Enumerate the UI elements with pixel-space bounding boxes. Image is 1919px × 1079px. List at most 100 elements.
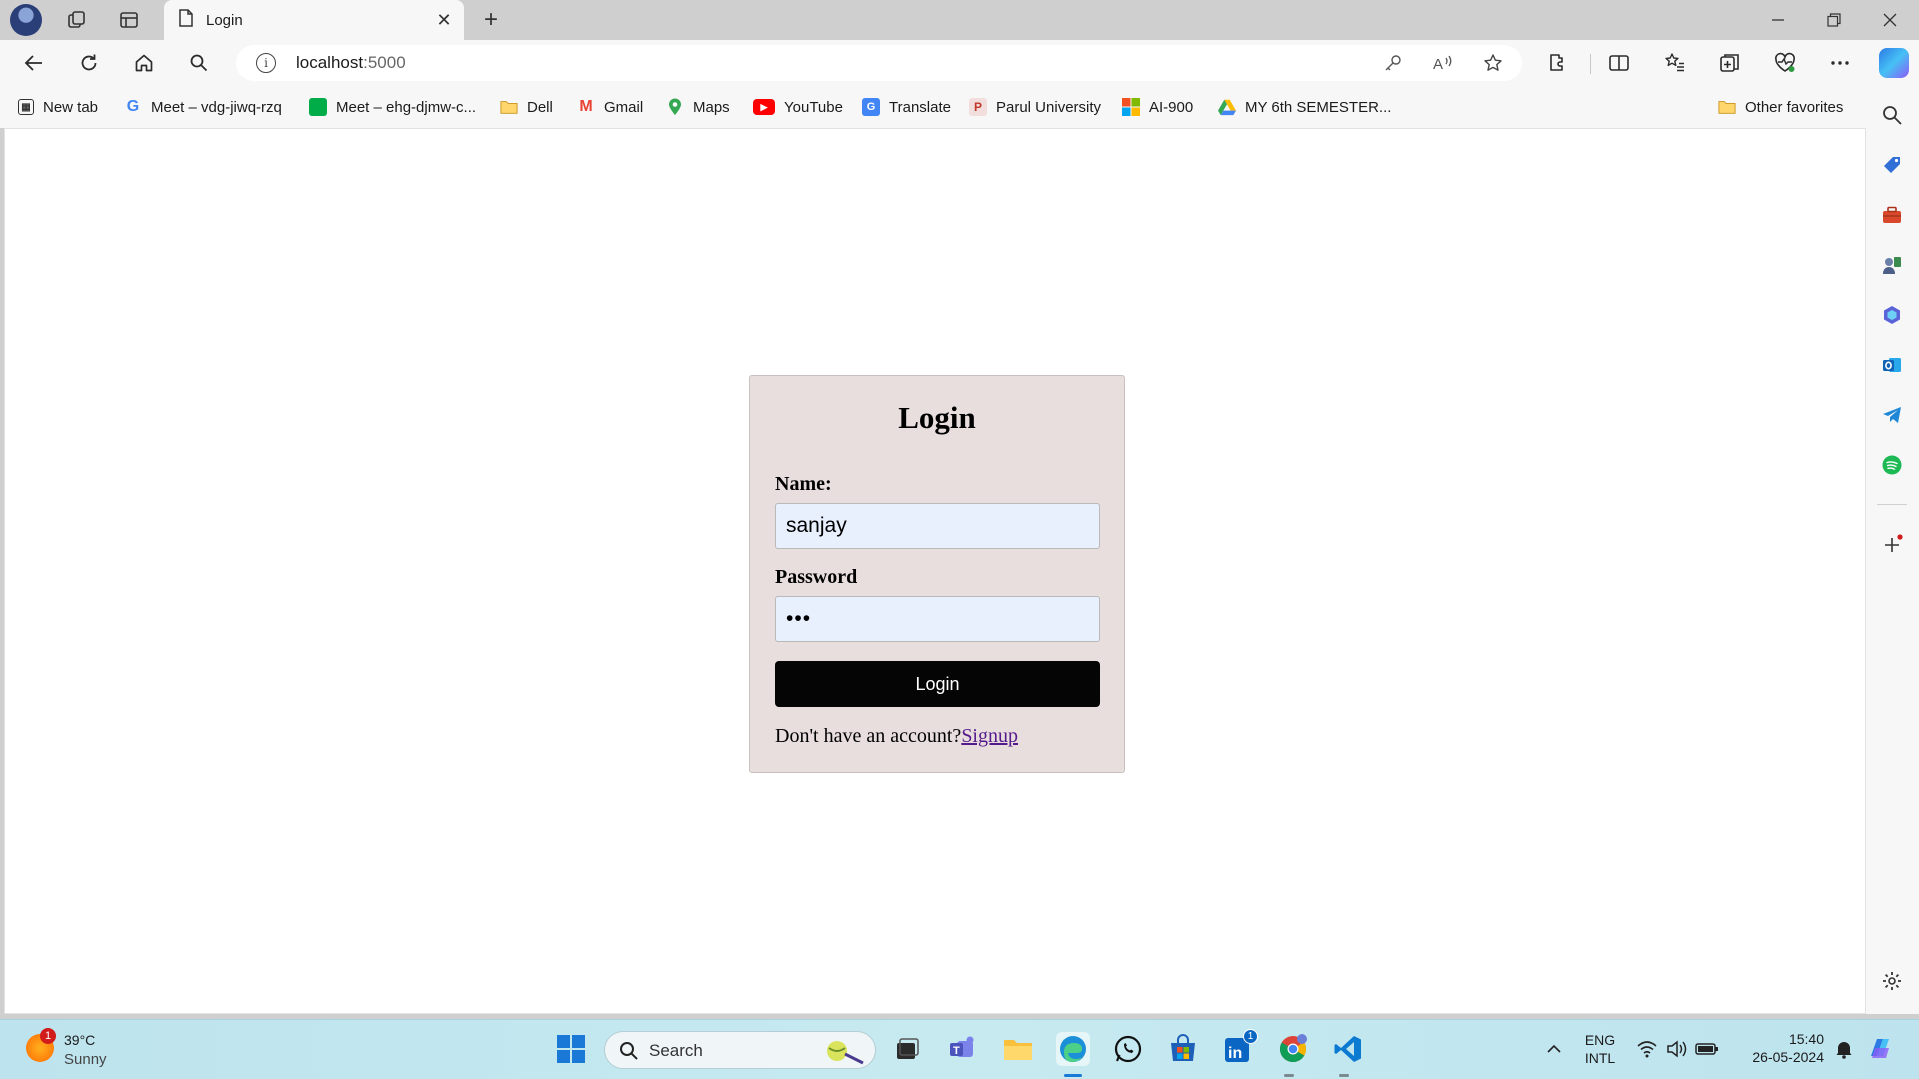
shopping-tag-icon[interactable] [1879, 152, 1905, 178]
svg-text:in: in [1228, 1045, 1242, 1062]
copilot-icon[interactable] [1879, 48, 1909, 78]
more-options-icon[interactable] [1824, 48, 1856, 78]
collections-icon[interactable] [1714, 48, 1746, 78]
site-info-icon[interactable]: i [256, 53, 276, 73]
search-icon[interactable] [182, 47, 216, 79]
teams-icon[interactable]: T [946, 1032, 980, 1066]
vscode-icon[interactable] [1331, 1032, 1365, 1066]
favorites-icon[interactable] [1659, 48, 1691, 78]
copilot-taskbar-icon[interactable] [1863, 1032, 1897, 1066]
tab-login[interactable]: Login ✕ [164, 0, 464, 40]
sidebar-settings-icon[interactable] [1879, 968, 1905, 994]
tab-strip: Login ✕ + [0, 0, 1919, 40]
svg-text:A: A [1433, 56, 1443, 72]
new-tab-icon[interactable]: + [476, 6, 506, 34]
microsoft-365-icon[interactable] [1879, 302, 1905, 328]
volume-icon[interactable] [1660, 1032, 1694, 1066]
profile-avatar[interactable] [10, 4, 42, 36]
favorite-parul-university[interactable]: P Parul University [969, 96, 1101, 118]
name-input[interactable] [775, 503, 1100, 549]
clock-date: 26-05-2024 [1752, 1049, 1824, 1065]
games-icon[interactable] [1879, 252, 1905, 278]
favorite-label: Meet – vdg-jiwq-rzq [151, 98, 282, 116]
show-hidden-icons-chevron-icon[interactable] [1537, 1032, 1571, 1066]
password-key-icon[interactable] [1380, 51, 1406, 75]
password-input[interactable] [775, 596, 1100, 642]
name-label: Name: [775, 473, 832, 495]
favorite-label: YouTube [784, 98, 843, 116]
favorite-new-tab[interactable]: ▦ New tab [18, 96, 98, 118]
favorite-star-icon[interactable] [1480, 51, 1506, 75]
favorites-bar: ▦ New tab G Meet – vdg-jiwq-rzq Meet – e… [0, 86, 1866, 128]
add-sidebar-app-icon[interactable] [1879, 532, 1905, 558]
favorite-gmail[interactable]: M Gmail [577, 96, 643, 118]
outlook-icon[interactable] [1879, 352, 1905, 378]
vertical-tabs-icon[interactable] [114, 6, 144, 34]
web-page: Login Name: Password Login Don't have an… [4, 128, 1866, 1014]
edge-browser-icon[interactable] [1056, 1032, 1090, 1066]
favorite-ai-900[interactable]: AI-900 [1122, 96, 1193, 118]
favorite-label: AI-900 [1149, 98, 1194, 116]
workspaces-icon[interactable] [62, 6, 92, 34]
page-icon [178, 8, 194, 32]
browser-essentials-icon[interactable] [1769, 48, 1801, 78]
favorite-meet-1[interactable]: G Meet – vdg-jiwq-rzq [124, 96, 282, 118]
other-favorites[interactable]: Other favorites [1718, 96, 1843, 118]
notifications-bell-icon[interactable] [1827, 1032, 1861, 1066]
restore-icon[interactable] [1806, 0, 1862, 40]
favorite-translate[interactable]: G Translate [862, 96, 951, 118]
login-heading: Login [898, 400, 976, 435]
favorite-label: Translate [889, 98, 951, 116]
back-icon[interactable] [17, 47, 51, 79]
split-screen-icon[interactable] [1603, 48, 1635, 78]
spotify-icon[interactable] [1879, 452, 1905, 478]
signup-link[interactable]: Signup [961, 725, 1018, 747]
favorite-label: New tab [43, 98, 99, 116]
address-bar[interactable]: i localhost:5000 A [236, 45, 1522, 81]
home-icon[interactable] [127, 47, 161, 79]
language-indicator[interactable]: ENG INTL [1580, 1032, 1620, 1066]
sidebar-search-icon[interactable] [1879, 102, 1905, 128]
other-favorites-label: Other favorites [1745, 98, 1844, 116]
url-text[interactable]: localhost:5000 [296, 53, 406, 73]
task-view-icon[interactable] [890, 1032, 924, 1066]
file-explorer-icon[interactable] [1001, 1032, 1035, 1066]
linkedin-icon[interactable]: in 1 [1221, 1029, 1258, 1066]
extensions-icon[interactable] [1542, 48, 1574, 78]
battery-icon[interactable] [1690, 1032, 1724, 1066]
translate-icon: G [862, 98, 880, 116]
weather-description[interactable]: Sunny [64, 1051, 107, 1068]
favorite-dell[interactable]: Dell [500, 96, 553, 118]
favorite-label: Parul University [996, 98, 1102, 116]
favorite-youtube[interactable]: ▶ YouTube [753, 96, 843, 118]
favorite-maps[interactable]: Maps [666, 96, 730, 118]
telegram-icon[interactable] [1879, 402, 1905, 428]
minimize-icon[interactable] [1750, 0, 1806, 40]
favorite-label: MY 6th SEMESTER... [1245, 98, 1392, 116]
language-code: ENG [1584, 1032, 1616, 1048]
youtube-icon: ▶ [753, 99, 775, 115]
favorite-label: Gmail [604, 98, 644, 116]
google-drive-icon [1218, 98, 1236, 116]
close-tab-icon[interactable]: ✕ [434, 10, 454, 30]
google-icon: G [126, 98, 140, 115]
wifi-icon[interactable] [1630, 1032, 1664, 1066]
chrome-icon[interactable] [1276, 1032, 1310, 1066]
microsoft-store-icon[interactable] [1166, 1032, 1200, 1066]
meet-icon [309, 98, 327, 116]
favorite-meet-2[interactable]: Meet – ehg-djmw-c... [309, 96, 476, 118]
refresh-icon[interactable] [72, 47, 106, 79]
university-icon: P [969, 98, 987, 116]
whatsapp-icon[interactable] [1111, 1032, 1145, 1066]
login-button[interactable]: Login [775, 661, 1100, 707]
close-window-icon[interactable] [1862, 0, 1918, 40]
windows-start-icon[interactable] [554, 1032, 588, 1066]
favorite-label: Maps [693, 98, 730, 116]
favorite-semester-drive[interactable]: MY 6th SEMESTER... [1218, 96, 1391, 118]
taskbar-search-box[interactable]: Search [604, 1031, 876, 1069]
signup-prompt-text: Don't have an account? [775, 725, 962, 747]
weather-temperature[interactable]: 39°C [64, 1032, 95, 1048]
read-aloud-icon[interactable]: A [1430, 51, 1456, 75]
tools-briefcase-icon[interactable] [1879, 202, 1905, 228]
clock[interactable]: 15:40 26-05-2024 [1728, 1031, 1824, 1065]
